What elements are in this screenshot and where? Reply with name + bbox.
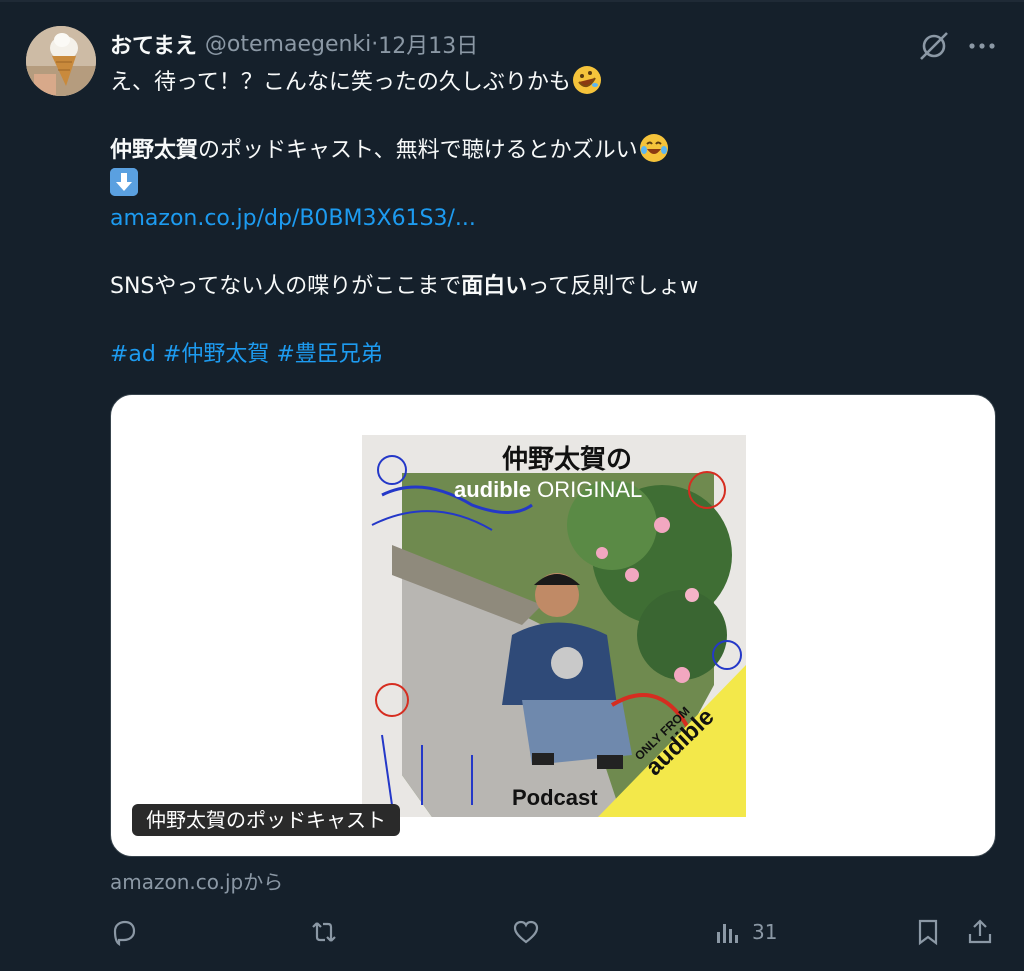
grok-icon[interactable]	[916, 28, 952, 64]
retweet-button[interactable]	[310, 910, 338, 954]
separator: ·	[371, 31, 379, 57]
card-source[interactable]: amazon.co.jpから	[110, 866, 283, 895]
reply-icon	[113, 920, 136, 946]
card-title-label: 仲野太賀のポッドキャスト	[132, 804, 400, 836]
display-name[interactable]: おてまえ	[110, 28, 197, 60]
divider	[0, 0, 1024, 2]
text-line-2-content: のポッドキャスト、無料で聴けるとかズルい	[198, 138, 638, 163]
views-count: 31	[752, 920, 778, 944]
text-line-4: SNSやってない人の喋りがここまで面白いって反則でしょw	[110, 270, 990, 304]
avatar[interactable]	[26, 26, 96, 96]
cover-brand-suffix: ORIGINAL	[537, 477, 643, 502]
more-options-icon[interactable]	[962, 28, 1002, 64]
hashtag-toyotomi-kyodai[interactable]: #豊臣兄弟	[276, 342, 382, 367]
cover-brand: audible ORIGINAL	[454, 477, 642, 503]
cover-title: 仲野太賀の	[502, 445, 633, 475]
bold-word: 面白い	[461, 274, 528, 299]
text-line-2: 仲野太賀のポッドキャスト、無料で聴けるとかズルい	[110, 134, 990, 168]
cover-podcast: Podcast	[512, 785, 598, 810]
hashtag-line: #ad #仲野太賀 #豊臣兄弟	[110, 338, 990, 372]
bookmark-icon	[918, 919, 938, 946]
share-icon	[968, 919, 992, 944]
tweet-frame: おてまえ @otemaegenki · 12月13日 え、待って！？こんなに笑っ…	[0, 0, 1024, 971]
text-line-link: amazon.co.jp/dp/B0BM3X61S3/...	[110, 202, 990, 236]
rolling-on-floor-laughing-emoji	[572, 66, 601, 94]
cover-brand-name: audible	[454, 477, 532, 502]
link-card[interactable]: 仲野太賀の audible ORIGINAL Podcast ONLY FROM…	[110, 394, 996, 857]
down-arrow-emoji	[110, 168, 138, 196]
views-chart-icon	[717, 924, 738, 943]
hashtag-ad[interactable]: #ad	[110, 342, 156, 367]
tears-of-joy-emoji	[639, 134, 668, 162]
text-line-arrow	[110, 168, 990, 202]
text-line-1: え、待って！？こんなに笑ったの久しぶりかも	[110, 66, 990, 100]
bookmark-button[interactable]	[914, 910, 942, 954]
tweet-text: え、待って！？こんなに笑ったの久しぶりかも 仲野太賀のポッドキャスト、無料で聴け…	[110, 66, 990, 372]
like-button[interactable]	[512, 910, 540, 954]
reply-button[interactable]	[110, 910, 138, 954]
text-line-1-content: え、待って！？こんなに笑ったの久しぶりかも	[110, 70, 571, 95]
tweet-header: おてまえ @otemaegenki · 12月13日	[110, 28, 478, 60]
action-bar: 31	[0, 910, 1024, 954]
bold-name: 仲野太賀	[110, 138, 199, 163]
hashtag-nakano-taiga[interactable]: #仲野太賀	[163, 342, 269, 367]
views-button[interactable]: 31	[714, 910, 777, 954]
podcast-cover-image: 仲野太賀の audible ORIGINAL Podcast ONLY FROM…	[362, 435, 746, 817]
retweet-icon	[312, 922, 336, 942]
handle[interactable]: @otemaegenki	[205, 32, 371, 57]
text-line-4-post: って反則でしょw	[527, 274, 699, 299]
text-line-4-pre: SNSやってない人の喋りがここまで	[110, 274, 462, 299]
tweet-date[interactable]: 12月13日	[378, 28, 478, 60]
heart-icon	[513, 920, 539, 944]
share-button[interactable]	[966, 910, 994, 954]
product-link[interactable]: amazon.co.jp/dp/B0BM3X61S3/...	[110, 206, 476, 231]
